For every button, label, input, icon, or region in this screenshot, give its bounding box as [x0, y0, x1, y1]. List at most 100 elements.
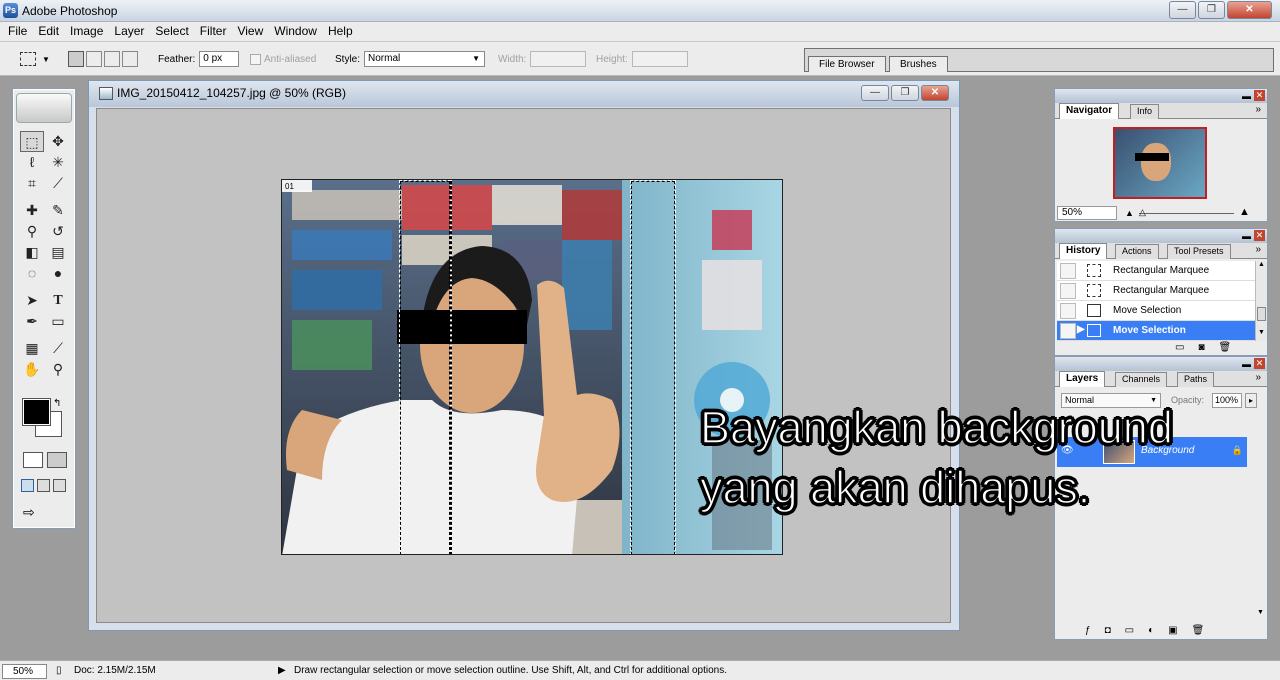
- doc-minimize-button[interactable]: —: [861, 85, 889, 101]
- scroll-down-icon[interactable]: ▼: [1257, 609, 1264, 616]
- doc-close-button[interactable]: ✕: [921, 85, 949, 101]
- jump-to-imageready-icon[interactable]: ⇨: [23, 504, 35, 521]
- history-item[interactable]: Rectangular Marquee: [1057, 281, 1255, 301]
- panel-close-icon[interactable]: ✕: [1254, 90, 1265, 101]
- panel-minimize-icon[interactable]: ▬: [1242, 359, 1251, 369]
- layer-style-icon[interactable]: ƒ: [1085, 625, 1091, 636]
- document-canvas-area[interactable]: 01: [96, 108, 951, 623]
- crop-tool-icon[interactable]: ⌗: [20, 173, 44, 194]
- subtract-from-selection-icon[interactable]: [104, 51, 120, 67]
- scroll-thumb[interactable]: [1257, 307, 1266, 321]
- add-to-selection-icon[interactable]: [86, 51, 102, 67]
- history-snapshot-checkbox[interactable]: [1060, 303, 1076, 319]
- tab-channels[interactable]: Channels: [1115, 372, 1168, 387]
- opacity-slider-toggle-icon[interactable]: ▸: [1245, 393, 1257, 408]
- menu-window[interactable]: Window: [270, 22, 321, 41]
- menu-file[interactable]: File: [4, 22, 31, 41]
- panel-minimize-icon[interactable]: ▬: [1242, 91, 1251, 101]
- menu-filter[interactable]: Filter: [196, 22, 231, 41]
- delete-layer-icon[interactable]: 🗑: [1192, 625, 1205, 636]
- panel-close-icon[interactable]: ✕: [1254, 230, 1265, 241]
- status-zoom-field[interactable]: 50%: [2, 664, 47, 679]
- path-selection-tool-icon[interactable]: ➤: [20, 290, 44, 311]
- magic-wand-tool-icon[interactable]: ✳: [46, 152, 70, 173]
- tab-file-browser[interactable]: File Browser: [808, 56, 886, 72]
- selection-marquee-left[interactable]: [399, 180, 451, 554]
- new-snapshot-icon[interactable]: ◙: [1198, 342, 1204, 353]
- history-panel-header[interactable]: ▬ ✕: [1055, 229, 1267, 243]
- history-snapshot-checkbox[interactable]: [1060, 323, 1076, 339]
- zoom-out-icon[interactable]: ▲: [1125, 208, 1134, 218]
- marquee-tool-icon[interactable]: ⬚: [20, 131, 44, 152]
- navigator-panel-header[interactable]: ▬ ✕: [1055, 89, 1267, 103]
- menu-edit[interactable]: Edit: [34, 22, 63, 41]
- tab-history[interactable]: History: [1059, 243, 1108, 259]
- new-layer-icon[interactable]: ▣: [1168, 625, 1177, 636]
- menu-layer[interactable]: Layer: [110, 22, 148, 41]
- standard-mode-icon[interactable]: [23, 452, 43, 468]
- tab-info[interactable]: Info: [1130, 104, 1160, 119]
- swap-colors-icon[interactable]: ↰: [53, 398, 61, 409]
- selection-marquee-right[interactable]: [630, 180, 676, 554]
- tab-paths[interactable]: Paths: [1177, 372, 1215, 387]
- full-screen-mode-icon[interactable]: [53, 479, 66, 492]
- tab-brushes[interactable]: Brushes: [889, 56, 948, 72]
- zoom-slider-handle-icon[interactable]: △: [1139, 207, 1146, 218]
- zoom-in-icon[interactable]: ▲: [1239, 206, 1250, 218]
- navigator-zoom-slider[interactable]: [1139, 213, 1234, 214]
- move-tool-icon[interactable]: ✥: [46, 131, 70, 152]
- layers-panel-header[interactable]: ▬ ✕: [1055, 357, 1267, 371]
- history-item[interactable]: Rectangular Marquee: [1057, 261, 1255, 281]
- foreground-color-swatch[interactable]: [22, 398, 51, 426]
- menu-image[interactable]: Image: [66, 22, 107, 41]
- opacity-input[interactable]: 100%: [1212, 393, 1242, 408]
- pen-tool-icon[interactable]: ✒: [20, 311, 44, 332]
- quick-mask-mode-icon[interactable]: [47, 452, 67, 468]
- add-mask-icon[interactable]: ◘: [1105, 625, 1111, 636]
- notes-tool-icon[interactable]: ▦: [20, 338, 44, 359]
- document-titlebar[interactable]: IMG_20150412_104257.jpg @ 50% (RGB) — ❐ …: [89, 81, 959, 107]
- close-button[interactable]: ✕: [1227, 1, 1272, 19]
- history-item[interactable]: Move Selection: [1057, 301, 1255, 321]
- minimize-button[interactable]: —: [1169, 1, 1196, 19]
- clone-stamp-tool-icon[interactable]: ⚲: [20, 221, 44, 242]
- type-tool-icon[interactable]: T: [46, 290, 70, 311]
- new-layer-set-icon[interactable]: ▭: [1125, 625, 1134, 636]
- menu-select[interactable]: Select: [151, 22, 192, 41]
- feather-input[interactable]: 0 px: [199, 51, 240, 67]
- panel-minimize-icon[interactable]: ▬: [1242, 231, 1251, 241]
- lasso-tool-icon[interactable]: ℓ: [20, 152, 44, 173]
- gradient-tool-icon[interactable]: ▤: [46, 242, 70, 263]
- navigator-zoom-field[interactable]: 50%: [1057, 206, 1117, 220]
- panel-menu-icon[interactable]: »: [1255, 244, 1261, 255]
- panel-close-icon[interactable]: ✕: [1254, 358, 1265, 369]
- doc-size-info[interactable]: Doc: 2.15M/2.15M: [74, 665, 156, 676]
- menu-view[interactable]: View: [233, 22, 267, 41]
- healing-brush-tool-icon[interactable]: ✚: [20, 200, 44, 221]
- slice-tool-icon[interactable]: ⟋: [46, 173, 70, 194]
- new-selection-icon[interactable]: [68, 51, 84, 67]
- doc-restore-button[interactable]: ❐: [891, 85, 919, 101]
- tool-preset-picker[interactable]: ▼: [20, 49, 50, 69]
- navigator-thumbnail[interactable]: [1113, 127, 1207, 199]
- tab-navigator[interactable]: Navigator: [1059, 103, 1120, 119]
- dodge-tool-icon[interactable]: ●: [46, 263, 70, 284]
- tab-layers[interactable]: Layers: [1059, 371, 1106, 387]
- brush-tool-icon[interactable]: ✎: [46, 200, 70, 221]
- height-input[interactable]: [631, 51, 688, 67]
- antialias-checkbox[interactable]: [250, 53, 261, 65]
- intersect-selection-icon[interactable]: [122, 51, 138, 67]
- tab-actions[interactable]: Actions: [1115, 244, 1159, 259]
- history-snapshot-checkbox[interactable]: [1060, 283, 1076, 299]
- width-input[interactable]: [530, 51, 587, 67]
- history-brush-tool-icon[interactable]: ↺: [46, 221, 70, 242]
- scroll-up-icon[interactable]: ▲: [1258, 261, 1265, 268]
- eraser-tool-icon[interactable]: ◧: [20, 242, 44, 263]
- full-screen-menu-mode-icon[interactable]: [37, 479, 50, 492]
- style-select[interactable]: Normal ▼: [364, 51, 486, 67]
- panel-menu-icon[interactable]: »: [1255, 372, 1261, 383]
- toolbox-header-icon[interactable]: [16, 93, 72, 123]
- blur-tool-icon[interactable]: ◌: [20, 263, 44, 284]
- history-snapshot-checkbox[interactable]: [1060, 263, 1076, 279]
- history-scrollbar[interactable]: ▲ ▼: [1255, 261, 1267, 341]
